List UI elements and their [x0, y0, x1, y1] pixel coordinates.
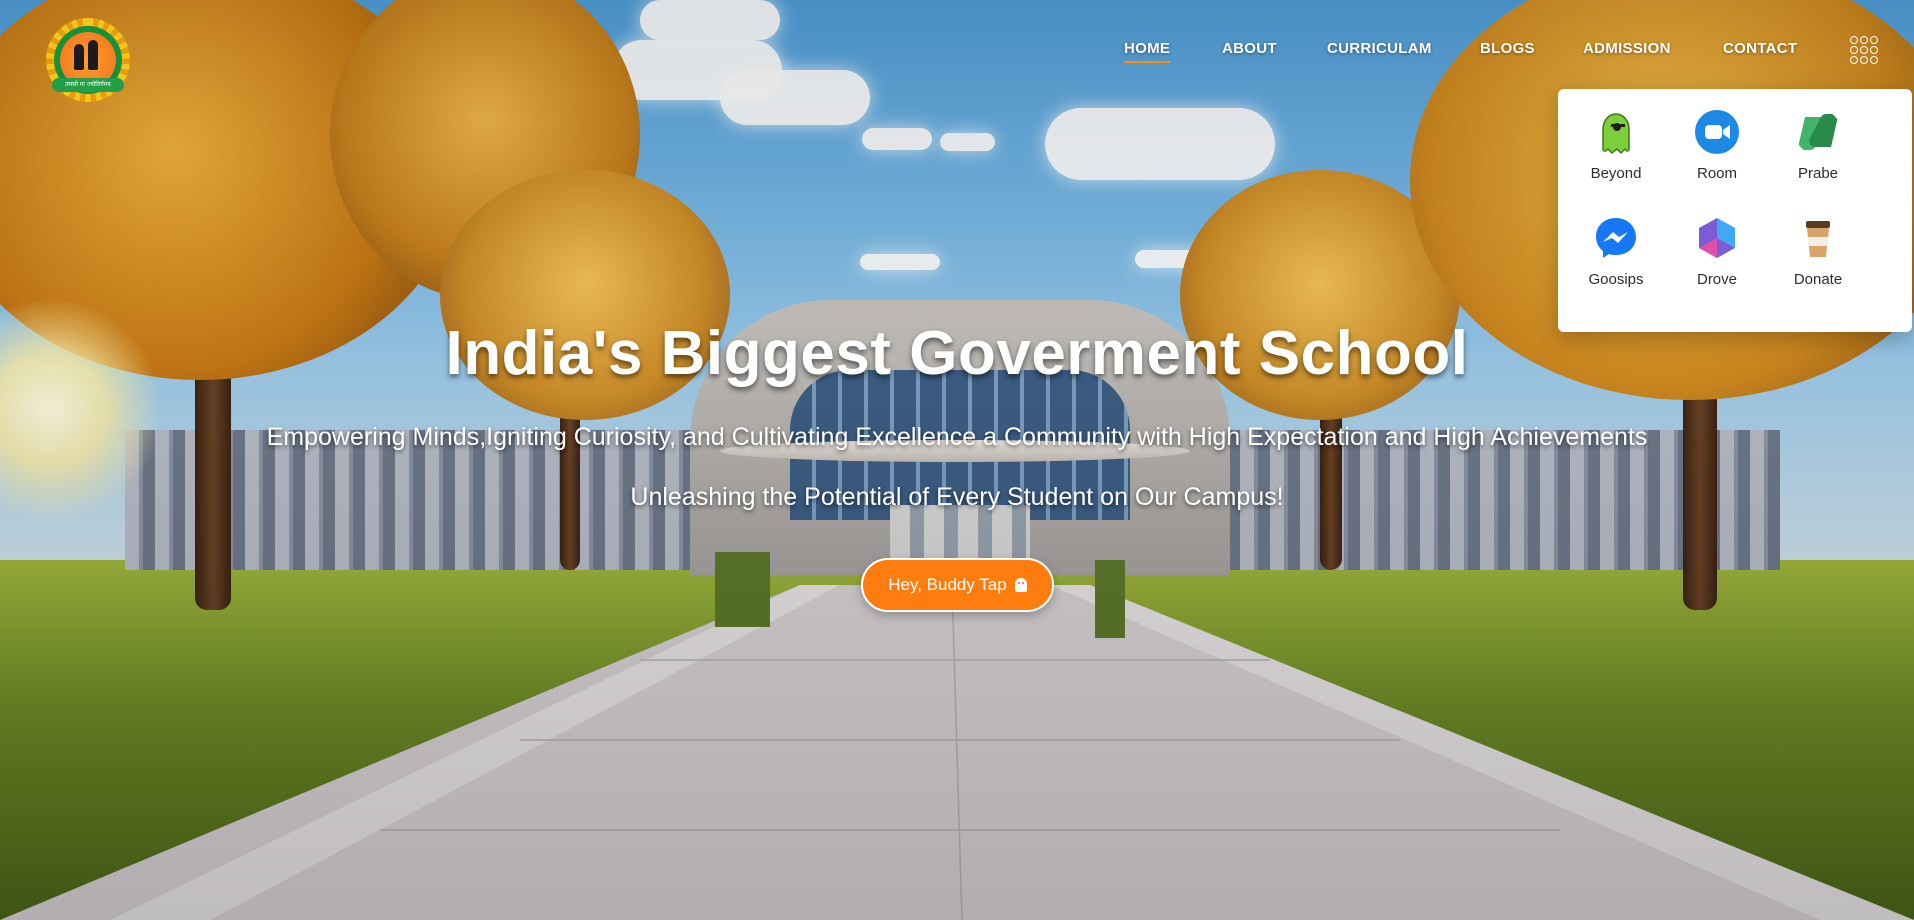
hexagon-icon	[1699, 218, 1735, 258]
video-camera-icon	[1695, 110, 1739, 154]
grid-dot	[1850, 46, 1858, 54]
messenger-icon	[1596, 218, 1636, 258]
app-donate[interactable]: Donate	[1768, 201, 1868, 291]
grid-dot	[1860, 46, 1868, 54]
app-drove[interactable]: Drove	[1667, 201, 1767, 291]
grid-dot	[1870, 36, 1878, 44]
logo-figure	[74, 44, 84, 70]
hero-tagline: Unleashing the Potential of Every Studen…	[630, 483, 1284, 511]
logo-figure	[88, 40, 98, 70]
grid-icon[interactable]	[1850, 36, 1878, 66]
copilot-icon	[1798, 114, 1838, 150]
cta-label: Hey, Buddy Tap	[888, 575, 1007, 594]
coffee-cup-icon	[1806, 221, 1830, 257]
hero-title: India's Biggest Goverment School	[445, 319, 1469, 388]
logo-banner: तमसो मा ज्योतिर्गमय	[52, 78, 124, 92]
hey-buddy-button[interactable]: Hey, Buddy Tap	[861, 558, 1054, 612]
grid-dot	[1850, 56, 1858, 64]
app-launcher-panel: Beyond Room Prabe Goosips Drove Donate	[1558, 89, 1912, 332]
hero-subtitle: Empowering Minds,Igniting Curiosity, and…	[266, 423, 1648, 451]
app-room[interactable]: Room	[1667, 95, 1767, 185]
app-label: Beyond	[1590, 165, 1642, 182]
nav-curriculam[interactable]: CURRICULAM	[1327, 40, 1432, 57]
nav-blogs[interactable]: BLOGS	[1480, 40, 1535, 57]
app-label: Donate	[1793, 271, 1843, 288]
app-label: Room	[1696, 165, 1737, 182]
app-beyond[interactable]: Beyond	[1566, 95, 1666, 185]
nav-contact[interactable]: CONTACT	[1723, 40, 1797, 57]
ghost-icon	[1602, 113, 1630, 155]
nav-admission[interactable]: ADMISSION	[1583, 40, 1671, 57]
app-label: Drove	[1696, 271, 1737, 288]
school-logo[interactable]: तमसो मा ज्योतिर्गमय	[46, 18, 130, 102]
app-goosips[interactable]: Goosips	[1566, 201, 1666, 291]
grid-dot	[1870, 56, 1878, 64]
grid-dot	[1860, 36, 1868, 44]
app-prabe[interactable]: Prabe	[1768, 95, 1868, 185]
ghost-icon	[1014, 578, 1027, 592]
nav-home[interactable]: HOME	[1124, 40, 1171, 63]
grid-dot	[1870, 46, 1878, 54]
grid-dot	[1850, 36, 1858, 44]
app-label: Goosips	[1588, 271, 1644, 288]
grid-dot	[1860, 56, 1868, 64]
app-label: Prabe	[1797, 165, 1839, 182]
nav-about[interactable]: ABOUT	[1222, 40, 1277, 57]
